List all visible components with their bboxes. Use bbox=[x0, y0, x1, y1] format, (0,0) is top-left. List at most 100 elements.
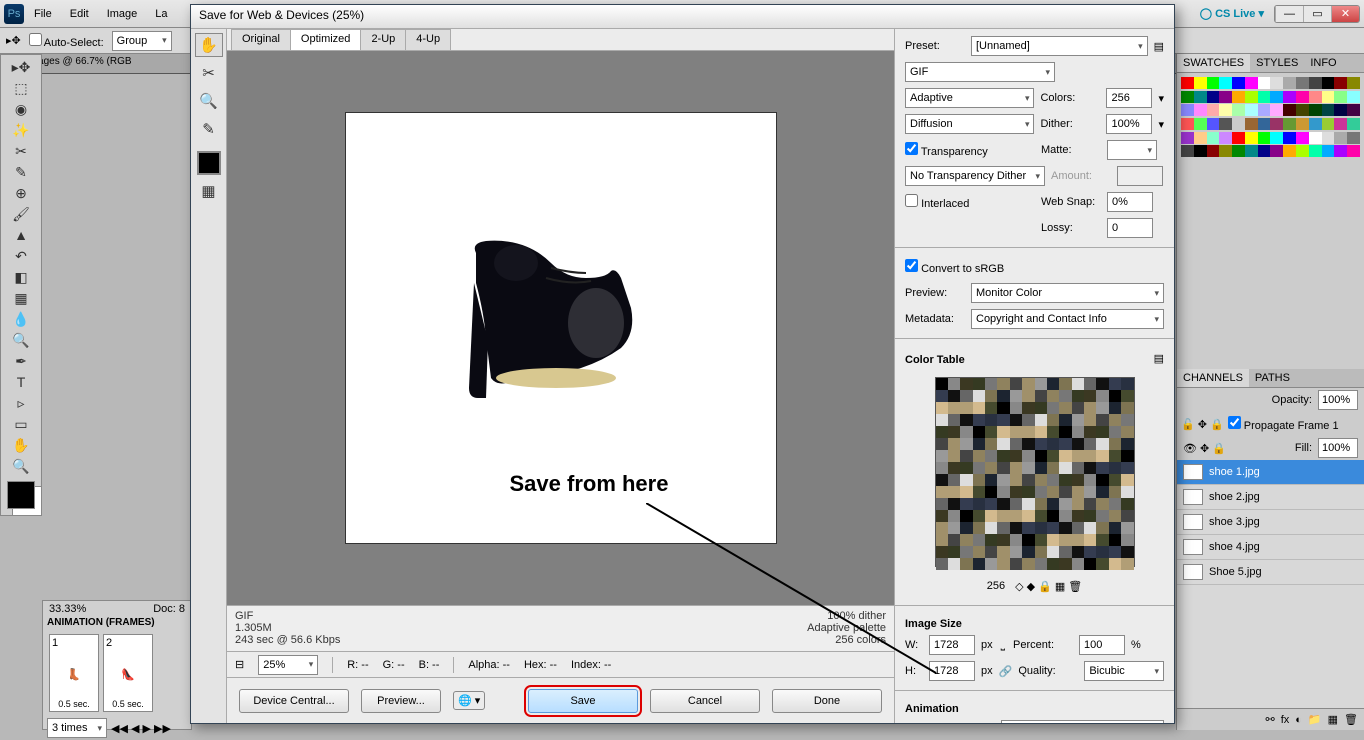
ct-icons[interactable]: ◇ ◆ 🔒 ▦ 🗑 bbox=[1015, 580, 1082, 593]
dodge-tool[interactable]: 🔍 bbox=[3, 330, 39, 350]
layer-icons[interactable]: 👁 ✥ 🔒 bbox=[1183, 442, 1226, 455]
close-icon[interactable]: ✕ bbox=[1331, 6, 1359, 22]
quality-dropdown[interactable]: Bicubic bbox=[1084, 661, 1164, 681]
lossy-field[interactable] bbox=[1107, 218, 1153, 238]
lasso-tool[interactable]: ◉ bbox=[3, 99, 39, 119]
propagate-checkbox[interactable]: Propagate Frame 1 bbox=[1228, 416, 1339, 432]
colortable-menu-icon[interactable]: ▤ bbox=[1154, 352, 1164, 365]
width-field[interactable] bbox=[929, 635, 975, 655]
gradient-tool[interactable]: ▦ bbox=[3, 288, 39, 308]
menu-image[interactable]: Image bbox=[99, 4, 146, 24]
transparency-checkbox[interactable]: Transparency bbox=[905, 142, 1035, 158]
reduction-dropdown[interactable]: Adaptive bbox=[905, 88, 1034, 108]
anim-frame[interactable]: 1 👢 0.5 sec. bbox=[49, 634, 99, 712]
format-dropdown[interactable]: GIF bbox=[905, 62, 1055, 82]
preview-button[interactable]: Preview... bbox=[361, 689, 441, 713]
path-tool[interactable]: ▹ bbox=[3, 393, 39, 413]
minimize-icon[interactable]: — bbox=[1275, 6, 1303, 22]
dither-field[interactable] bbox=[1106, 114, 1152, 134]
menu-file[interactable]: File bbox=[26, 4, 60, 24]
new-layer-icon[interactable]: ▦ bbox=[1328, 713, 1338, 726]
websnap-field[interactable] bbox=[1107, 192, 1153, 212]
fx-icon[interactable]: fx bbox=[1281, 714, 1290, 726]
anim-frame[interactable]: 2 👠 0.5 sec. bbox=[103, 634, 153, 712]
maximize-icon[interactable]: ▭ bbox=[1303, 6, 1331, 22]
eyedropper-color-swatch[interactable] bbox=[197, 151, 221, 175]
tab-original[interactable]: Original bbox=[231, 29, 291, 50]
crop-tool[interactable]: ✂ bbox=[3, 141, 39, 161]
device-central-button[interactable]: Device Central... bbox=[239, 689, 349, 713]
eyedropper-tool[interactable]: ✎ bbox=[3, 162, 39, 182]
lock-icons[interactable]: 🔓 ✥ 🔒 bbox=[1181, 418, 1224, 431]
trans-dither-dropdown[interactable]: No Transparency Dither bbox=[905, 166, 1045, 186]
done-button[interactable]: Done bbox=[772, 689, 882, 713]
colors-field[interactable] bbox=[1106, 88, 1152, 108]
preview-canvas[interactable]: Save from here bbox=[345, 112, 777, 544]
height-field[interactable] bbox=[929, 661, 975, 681]
layer-row[interactable]: Shoe 5.jpg bbox=[1177, 560, 1364, 585]
mask-icon[interactable]: ◐ bbox=[1295, 714, 1302, 726]
loop-dropdown[interactable]: Other (3)... bbox=[1001, 720, 1164, 723]
swatches-grid[interactable] bbox=[1177, 73, 1364, 163]
zoom-dropdown[interactable]: 25% bbox=[258, 655, 318, 675]
heal-tool[interactable]: ⊕ bbox=[3, 183, 39, 203]
colors-arrow-icon[interactable]: ▾ bbox=[1158, 92, 1164, 105]
folder-icon[interactable]: 📁 bbox=[1308, 713, 1322, 726]
stamp-tool[interactable]: ▲ bbox=[3, 225, 39, 245]
tab-info[interactable]: INFO bbox=[1304, 54, 1342, 72]
auto-select-checkbox[interactable]: Auto-Select: bbox=[29, 33, 104, 49]
cancel-button[interactable]: Cancel bbox=[650, 689, 760, 713]
brush-tool[interactable]: 🖌 bbox=[3, 204, 39, 224]
menu-edit[interactable]: Edit bbox=[62, 4, 97, 24]
percent-field[interactable] bbox=[1079, 635, 1125, 655]
interlaced-checkbox[interactable]: Interlaced bbox=[905, 194, 1035, 210]
foreground-color-swatch[interactable] bbox=[7, 481, 35, 509]
shape-tool[interactable]: ▭ bbox=[3, 414, 39, 434]
menu-layer[interactable]: La bbox=[147, 4, 175, 24]
marquee-tool[interactable]: ⬚ bbox=[3, 78, 39, 98]
blur-tool[interactable]: 💧 bbox=[3, 309, 39, 329]
tab-2up[interactable]: 2-Up bbox=[360, 29, 406, 50]
collapse-icon[interactable]: ⊟ bbox=[235, 658, 244, 671]
tab-paths[interactable]: PATHS bbox=[1249, 369, 1296, 387]
history-brush-tool[interactable]: ↶ bbox=[3, 246, 39, 266]
slice-visibility-icon[interactable]: ▦ bbox=[195, 179, 223, 203]
layer-row[interactable]: shoe 2.jpg bbox=[1177, 485, 1364, 510]
save-button[interactable]: Save bbox=[528, 689, 638, 713]
tab-styles[interactable]: STYLES bbox=[1250, 54, 1304, 72]
fill-field[interactable] bbox=[1318, 438, 1358, 458]
color-table[interactable] bbox=[935, 377, 1135, 567]
trash-icon[interactable]: 🗑 bbox=[1344, 713, 1358, 726]
type-tool[interactable]: T bbox=[3, 372, 39, 392]
wand-tool[interactable]: ✨ bbox=[3, 120, 39, 140]
hand-tool[interactable]: ✋ bbox=[3, 435, 39, 455]
tab-channels[interactable]: CHANNELS bbox=[1177, 369, 1249, 387]
slice-tool-icon[interactable]: ✂ bbox=[195, 61, 223, 85]
preset-menu-icon[interactable]: ▤ bbox=[1154, 40, 1164, 53]
preset-dropdown[interactable]: [Unnamed] bbox=[971, 36, 1148, 56]
opacity-field[interactable] bbox=[1318, 390, 1358, 410]
dither-arrow-icon[interactable]: ▾ bbox=[1158, 118, 1164, 131]
eyedropper-tool-icon[interactable]: ✎ bbox=[195, 117, 223, 141]
pen-tool[interactable]: ✒ bbox=[3, 351, 39, 371]
tab-swatches[interactable]: SWATCHES bbox=[1177, 54, 1250, 72]
matte-dropdown[interactable] bbox=[1107, 140, 1157, 160]
hand-tool-icon[interactable]: ✋ bbox=[195, 33, 223, 57]
move-tool[interactable]: ▸✥ bbox=[3, 57, 39, 77]
browser-icon[interactable]: 🌐 ▾ bbox=[453, 691, 485, 710]
eraser-tool[interactable]: ◧ bbox=[3, 267, 39, 287]
move-tool-icon[interactable]: ▸✥ bbox=[6, 34, 21, 47]
constrain-icon[interactable]: 🔗 bbox=[999, 665, 1013, 678]
metadata-dropdown[interactable]: Copyright and Contact Info bbox=[971, 309, 1164, 329]
tab-optimized[interactable]: Optimized bbox=[290, 29, 362, 50]
layer-row[interactable]: shoe 1.jpg bbox=[1177, 460, 1364, 485]
link-icon[interactable]: ⎵ bbox=[1001, 639, 1005, 652]
preview-dropdown[interactable]: Monitor Color bbox=[971, 283, 1164, 303]
zoom-tool-icon[interactable]: 🔍 bbox=[195, 89, 223, 113]
zoom-tool[interactable]: 🔍 bbox=[3, 456, 39, 476]
play-controls[interactable]: ◀◀ ◀ ▶ ▶▶ bbox=[111, 722, 171, 735]
layer-row[interactable]: shoe 4.jpg bbox=[1177, 535, 1364, 560]
dither-dropdown[interactable]: Diffusion bbox=[905, 114, 1034, 134]
layer-row[interactable]: shoe 3.jpg bbox=[1177, 510, 1364, 535]
cslive-button[interactable]: ◯ CS Live ▾ bbox=[1194, 5, 1270, 22]
